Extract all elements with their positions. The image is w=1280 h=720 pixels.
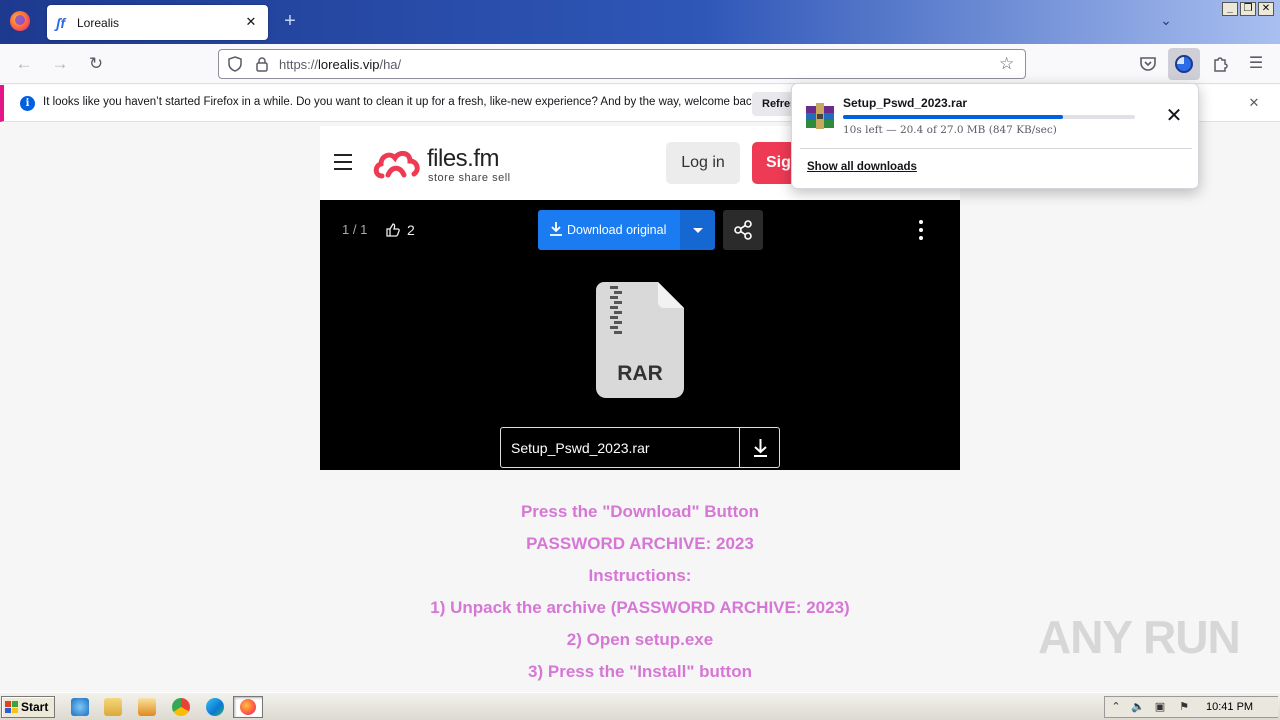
download-status: 10s left — 20.4 of 27.0 MB (847 KB/sec)	[843, 124, 1057, 136]
download-icon	[754, 439, 767, 457]
file-viewer: 1 / 1 2 Download original RAR Setup_Pswd…	[320, 200, 960, 470]
more-options-icon[interactable]	[916, 220, 926, 242]
url-path: /ha/	[379, 57, 402, 72]
filename-label: Setup_Pswd_2023.rar	[511, 440, 650, 456]
share-button[interactable]	[723, 210, 763, 250]
star-icon[interactable]: ☆	[999, 55, 1017, 73]
lock-icon[interactable]	[254, 56, 270, 72]
login-button[interactable]: Log in	[666, 142, 740, 184]
url-text: https://lorealis.vip/ha/	[279, 57, 401, 72]
tab-close-icon[interactable]: ✕	[243, 14, 259, 30]
url-bar[interactable]: https://lorealis.vip/ha/ ☆	[218, 49, 1026, 79]
action-center-flag-icon[interactable]: ⚑	[1177, 700, 1191, 714]
windows-flag-icon	[5, 701, 18, 713]
site-favicon-icon: ʃf	[56, 15, 66, 31]
download-original-label: Download original	[567, 223, 667, 237]
downloads-panel: Setup_Pswd_2023.rar 10s left — 20.4 of 2…	[791, 83, 1199, 189]
download-progress-bar	[843, 115, 1135, 119]
like-button[interactable]: 2	[385, 220, 415, 240]
cloud-logo-icon	[373, 151, 420, 179]
firefox-icon[interactable]	[10, 11, 30, 31]
logo-wordmark: files.fm	[427, 145, 500, 172]
watermark-text: ANY RUN	[1038, 611, 1241, 663]
download-progress-fill	[843, 115, 1064, 119]
file-counter: 1 / 1	[342, 222, 368, 237]
extensions-icon[interactable]	[1208, 52, 1232, 76]
show-all-downloads-link[interactable]: Show all downloads	[807, 161, 917, 173]
files-fm-logo[interactable]: files.fm store share sell	[372, 144, 522, 184]
notification-close-icon[interactable]: ✕	[1246, 95, 1262, 111]
new-tab-icon[interactable]: +	[280, 11, 300, 31]
download-progress-icon	[1175, 55, 1193, 73]
instruction-line: PASSWORD ARCHIVE: 2023	[526, 534, 754, 553]
volume-icon[interactable]: 🔈	[1131, 700, 1145, 714]
download-icon	[550, 222, 562, 236]
instruction-line: 3) Press the "Install" button	[528, 662, 752, 681]
network-icon[interactable]: ▣	[1153, 700, 1167, 714]
share-icon	[734, 220, 752, 240]
nav-bar: ← → ↻ https://lorealis.vip/ha/ ☆ ☰	[0, 44, 1280, 84]
filename-download-button[interactable]	[739, 428, 780, 467]
firefox-icon	[240, 699, 256, 715]
filename-bar: Setup_Pswd_2023.rar	[500, 427, 780, 468]
like-count: 2	[407, 222, 415, 238]
start-label: Start	[21, 700, 49, 714]
instruction-line: Instructions:	[588, 566, 692, 585]
back-arrow-icon[interactable]: ←	[13, 53, 35, 75]
minimize-icon[interactable]: _	[1222, 2, 1238, 16]
web-page: files.fm store share sell Log in Sign up…	[0, 122, 1280, 692]
screen: ʃf Lorealis ✕ + ⌄ _ ❐ ✕ ← → ↻ https://lo…	[0, 0, 1280, 720]
start-button[interactable]: Start	[1, 696, 55, 718]
info-icon: i	[20, 96, 35, 111]
clock: 10:41 PM	[1206, 701, 1254, 713]
system-tray: ⌃ 🔈 ▣ ⚑ 10:41 PM	[1104, 696, 1278, 718]
taskbar: Start ⌃ 🔈 ▣ ⚑ 10:41 PM	[0, 692, 1280, 720]
close-window-icon[interactable]: ✕	[1258, 2, 1274, 16]
forward-arrow-icon[interactable]: →	[49, 53, 71, 75]
window-controls: _ ❐ ✕	[1222, 2, 1274, 16]
edge-icon[interactable]	[206, 698, 224, 716]
tab-list-chevron-icon[interactable]: ⌄	[1156, 12, 1176, 32]
anyrun-watermark: ANY RUN	[1038, 610, 1241, 664]
file-explorer-icon[interactable]	[104, 698, 122, 716]
restore-icon[interactable]: ❐	[1240, 2, 1256, 16]
panel-divider	[800, 148, 1192, 149]
notification-message: It looks like you haven’t started Firefo…	[43, 96, 761, 108]
shield-icon[interactable]	[227, 56, 243, 72]
instruction-line: Press the "Download" Button	[520, 502, 760, 521]
cancel-download-icon[interactable]: ✕	[1162, 104, 1186, 128]
hamburger-menu-icon[interactable]	[334, 154, 352, 170]
pocket-icon[interactable]	[1136, 52, 1160, 76]
url-scheme: https://	[279, 57, 319, 72]
instruction-line: 1) Unpack the archive (PASSWORD ARCHIVE:…	[430, 598, 850, 617]
media-player-icon[interactable]	[138, 698, 156, 716]
tray-expand-icon[interactable]: ⌃	[1109, 700, 1123, 714]
thumbs-up-icon	[386, 223, 400, 237]
url-host: lorealis.vip	[318, 57, 380, 72]
chrome-icon[interactable]	[172, 698, 190, 716]
download-options-dropdown[interactable]	[680, 210, 715, 250]
file-type-label: RAR	[617, 362, 663, 385]
tab-title: Lorealis	[77, 16, 120, 30]
tab-strip: ʃf Lorealis ✕ + ⌄ _ ❐ ✕	[0, 0, 1280, 44]
logo-tagline: store share sell	[428, 172, 511, 184]
download-original-button[interactable]: Download original	[538, 210, 680, 250]
reload-icon[interactable]: ↻	[85, 53, 107, 75]
downloads-button[interactable]	[1168, 48, 1200, 80]
rar-file-icon: RAR	[596, 282, 684, 398]
taskbar-firefox-button[interactable]	[233, 696, 263, 718]
menu-icon[interactable]: ☰	[1244, 52, 1268, 76]
internet-explorer-icon[interactable]	[71, 698, 89, 716]
winrar-archive-icon	[806, 103, 834, 129]
instructions-block: Press the "Download" Button PASSWORD ARC…	[320, 496, 960, 688]
tab-lorealis[interactable]: ʃf Lorealis ✕	[47, 5, 268, 40]
download-filename[interactable]: Setup_Pswd_2023.rar	[843, 96, 967, 110]
instruction-line: 2) Open setup.exe	[566, 630, 714, 649]
